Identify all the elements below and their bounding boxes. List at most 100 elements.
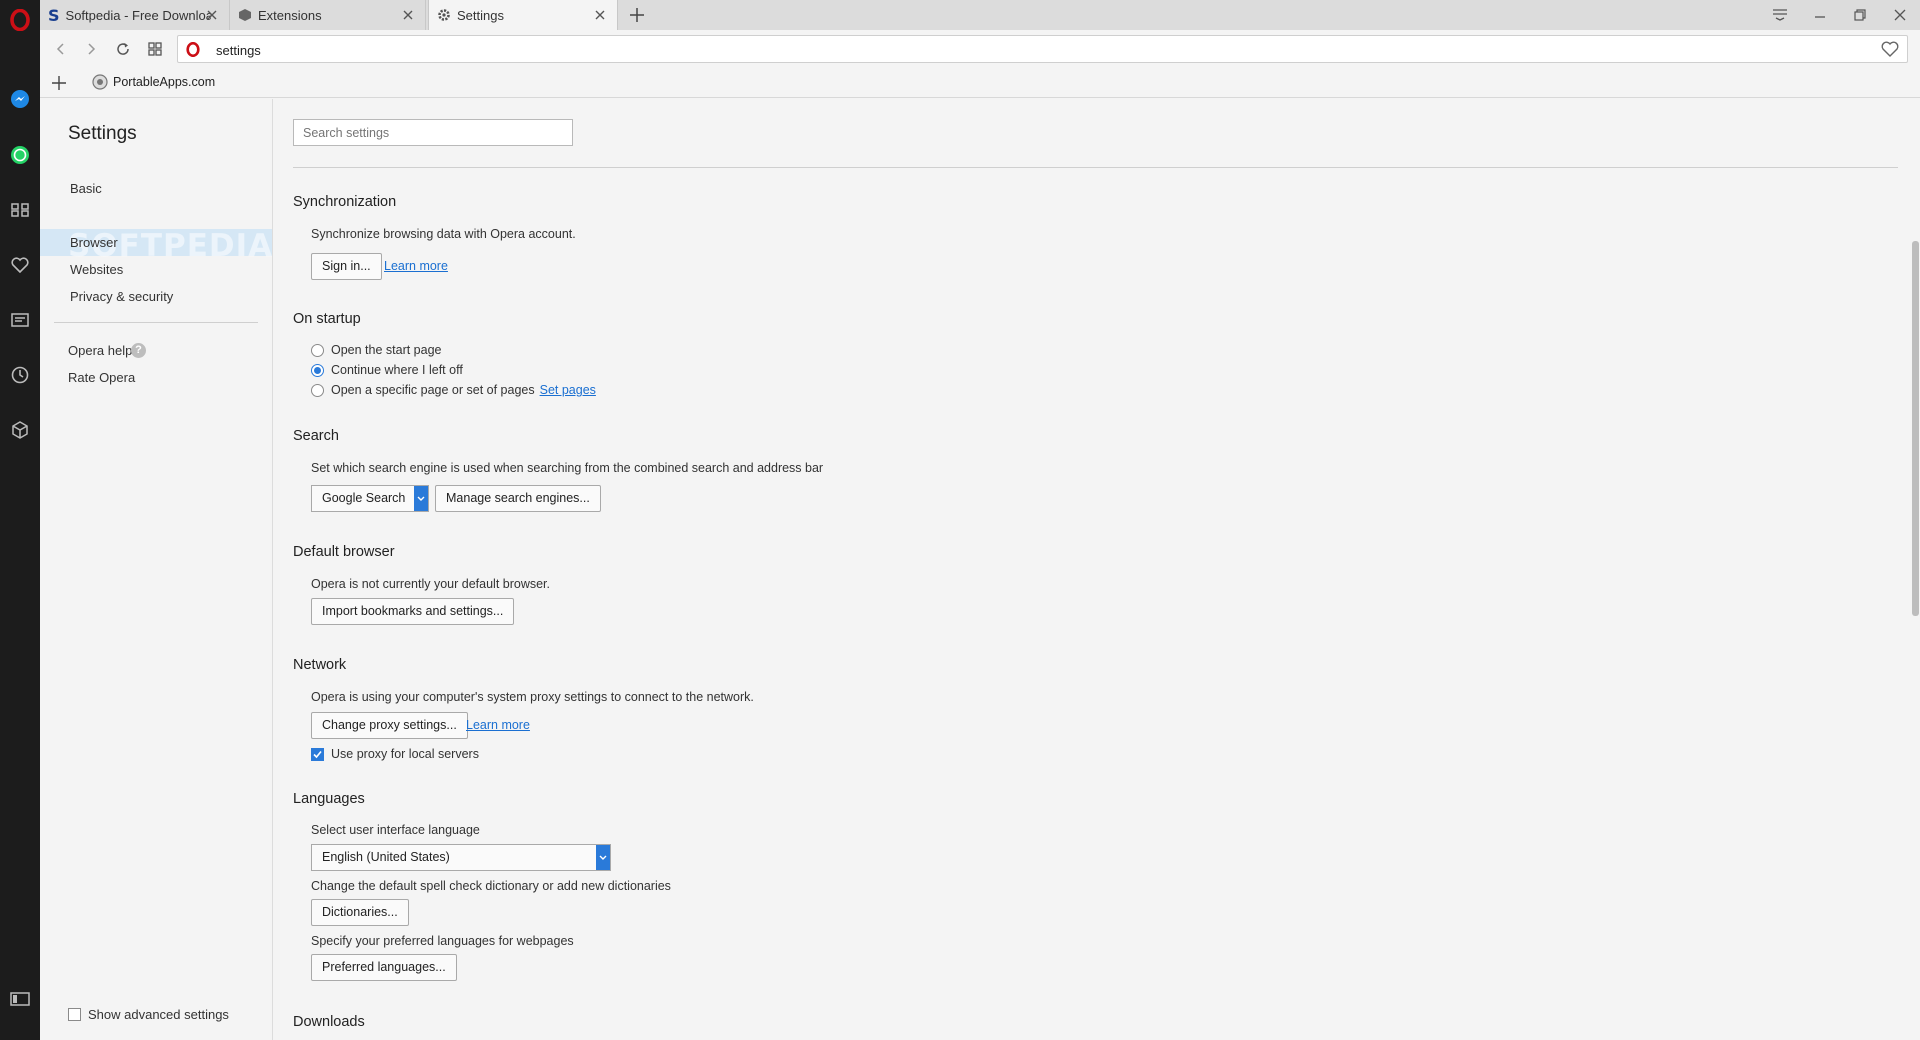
startup-option-continue[interactable]: Continue where I left off bbox=[311, 363, 463, 377]
ui-language-value: English (United States) bbox=[322, 850, 450, 864]
dictionaries-button[interactable]: Dictionaries... bbox=[311, 899, 409, 926]
nav-item-websites[interactable]: Websites bbox=[70, 262, 123, 277]
help-icon: ? bbox=[131, 343, 146, 358]
opera-sidebar bbox=[0, 0, 40, 1040]
opera-help-link[interactable]: Opera help bbox=[68, 343, 132, 358]
close-window-icon[interactable] bbox=[1880, 0, 1920, 30]
opera-logo-icon bbox=[186, 42, 200, 57]
close-icon[interactable] bbox=[205, 8, 219, 22]
section-title-default-browser: Default browser bbox=[293, 544, 395, 560]
bookmarks-bar: PortableApps.com bbox=[40, 68, 1920, 98]
close-icon[interactable] bbox=[593, 8, 607, 22]
settings-content: Synchronization Synchronize browsing dat… bbox=[273, 99, 1920, 1040]
news-icon[interactable] bbox=[0, 305, 40, 335]
section-title-startup: On startup bbox=[293, 311, 361, 327]
radio-button[interactable] bbox=[311, 343, 324, 357]
navigation-bar: settings bbox=[40, 30, 1920, 68]
softpedia-s-icon: S bbox=[48, 5, 60, 25]
gear-icon bbox=[438, 9, 450, 21]
minimize-icon[interactable] bbox=[1800, 0, 1840, 30]
change-proxy-button[interactable]: Change proxy settings... bbox=[311, 712, 468, 739]
forward-icon[interactable] bbox=[80, 38, 102, 60]
reload-icon[interactable] bbox=[112, 38, 134, 60]
search-engine-value: Google Search bbox=[322, 491, 406, 505]
tab-strip: S Softpedia - Free Download Extensions S… bbox=[40, 0, 1920, 30]
scroll-thumb[interactable] bbox=[1912, 241, 1919, 616]
network-description: Opera is using your computer's system pr… bbox=[311, 690, 754, 704]
startup-option-start-page[interactable]: Open the start page bbox=[311, 343, 442, 357]
chevron-down-icon bbox=[596, 845, 610, 870]
set-pages-link[interactable]: Set pages bbox=[540, 383, 596, 397]
speed-dial-icon[interactable] bbox=[0, 195, 40, 225]
proxy-checkbox[interactable] bbox=[311, 747, 324, 761]
radio-label: Open the start page bbox=[331, 343, 442, 357]
section-title-sync: Synchronization bbox=[293, 194, 397, 210]
sidebar-toggle-icon[interactable] bbox=[0, 984, 40, 1014]
scrollbar[interactable] bbox=[1910, 169, 1920, 1039]
section-title-search: Search bbox=[293, 428, 339, 444]
portableapps-icon bbox=[92, 74, 108, 90]
bookmark-label: PortableApps.com bbox=[113, 75, 216, 89]
whatsapp-icon[interactable] bbox=[0, 140, 40, 170]
back-icon[interactable] bbox=[50, 38, 72, 60]
settings-nav: Settings Basic SOFTPEDIA Browser Website… bbox=[40, 99, 273, 1040]
rate-opera-link[interactable]: Rate Opera bbox=[68, 370, 135, 385]
sync-description: Synchronize browsing data with Opera acc… bbox=[311, 227, 576, 241]
ui-language-label: Select user interface language bbox=[311, 823, 480, 837]
close-icon[interactable] bbox=[401, 8, 415, 22]
preferred-languages-button[interactable]: Preferred languages... bbox=[311, 954, 457, 981]
page-title: Settings bbox=[68, 123, 137, 144]
chevron-down-icon bbox=[414, 486, 428, 511]
spell-check-label: Change the default spell check dictionar… bbox=[311, 879, 671, 893]
divider bbox=[293, 167, 1898, 168]
nav-item-privacy-security[interactable]: Privacy & security bbox=[70, 289, 173, 304]
bookmark-heart-icon[interactable] bbox=[1881, 41, 1899, 57]
cube-icon bbox=[239, 9, 251, 21]
tab-grid-icon[interactable] bbox=[144, 38, 166, 60]
default-browser-description: Opera is not currently your default brow… bbox=[311, 577, 551, 591]
bookmark-portableapps[interactable]: PortableApps.com bbox=[92, 74, 215, 90]
tab-settings[interactable]: Settings bbox=[428, 0, 618, 30]
tab-extensions[interactable]: Extensions bbox=[230, 0, 426, 30]
advanced-checkbox[interactable] bbox=[68, 1008, 81, 1021]
nav-item-basic[interactable]: Basic bbox=[70, 181, 102, 196]
radio-label: Open a specific page or set of pages bbox=[331, 383, 535, 397]
address-text[interactable]: settings bbox=[216, 43, 261, 58]
search-engine-select[interactable]: Google Search bbox=[311, 485, 429, 512]
history-icon[interactable] bbox=[0, 360, 40, 390]
sign-in-button[interactable]: Sign in... bbox=[311, 253, 382, 280]
search-input[interactable] bbox=[293, 119, 573, 146]
divider bbox=[54, 322, 258, 323]
advanced-label: Show advanced settings bbox=[88, 1007, 229, 1022]
tab-softpedia[interactable]: S Softpedia - Free Download bbox=[40, 0, 230, 30]
tab-title: Softpedia - Free Download bbox=[65, 7, 211, 23]
nav-item-browser[interactable]: Browser bbox=[70, 235, 118, 250]
tab-title: Settings bbox=[457, 7, 504, 23]
manage-search-engines-button[interactable]: Manage search engines... bbox=[435, 485, 601, 512]
section-title-languages: Languages bbox=[293, 791, 365, 807]
tab-menu-icon[interactable] bbox=[1760, 0, 1800, 30]
ui-language-select[interactable]: English (United States) bbox=[311, 844, 611, 871]
radio-label: Continue where I left off bbox=[331, 363, 463, 377]
section-title-downloads: Downloads bbox=[293, 1014, 365, 1030]
radio-button-selected[interactable] bbox=[311, 363, 324, 377]
sync-learn-more-link[interactable]: Learn more bbox=[384, 259, 448, 273]
proxy-checkbox-label: Use proxy for local servers bbox=[331, 747, 479, 761]
section-title-network: Network bbox=[293, 657, 347, 673]
search-description: Set which search engine is used when sea… bbox=[311, 461, 824, 475]
heart-icon[interactable] bbox=[0, 250, 40, 280]
restore-icon[interactable] bbox=[1840, 0, 1880, 30]
radio-button[interactable] bbox=[311, 383, 324, 397]
address-bar[interactable]: settings bbox=[177, 35, 1908, 63]
startup-option-specific-pages[interactable]: Open a specific page or set of pages Set… bbox=[311, 383, 596, 397]
new-tab-icon[interactable] bbox=[626, 4, 648, 26]
use-proxy-local-servers[interactable]: Use proxy for local servers bbox=[311, 747, 479, 761]
network-learn-more-link[interactable]: Learn more bbox=[466, 718, 530, 732]
messenger-icon[interactable] bbox=[0, 84, 40, 114]
tab-title: Extensions bbox=[258, 7, 322, 23]
opera-logo-icon[interactable] bbox=[0, 5, 40, 35]
import-bookmarks-button[interactable]: Import bookmarks and settings... bbox=[311, 598, 515, 625]
show-advanced-settings[interactable]: Show advanced settings bbox=[68, 1007, 229, 1022]
extensions-icon[interactable] bbox=[0, 415, 40, 445]
add-bookmark-icon[interactable] bbox=[50, 74, 68, 92]
